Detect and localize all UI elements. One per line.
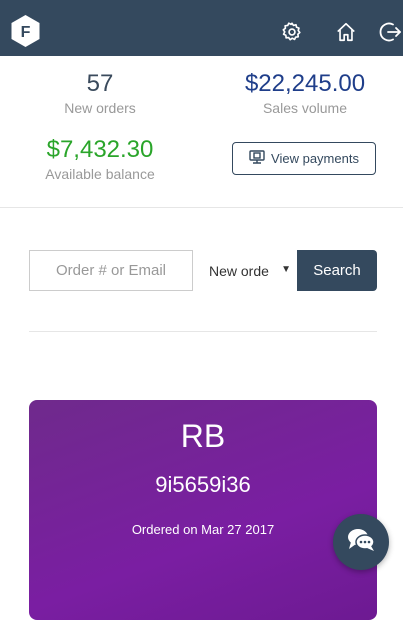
sales-volume-label: Sales volume bbox=[262, 100, 348, 116]
search-button-label: Search bbox=[313, 262, 361, 279]
order-status-select[interactable]: New orde ▼ bbox=[193, 250, 297, 291]
new-orders-count: 57 bbox=[86, 70, 114, 97]
view-payments-label: View payments bbox=[271, 151, 359, 166]
sales-volume-value: $22,245.00 bbox=[244, 70, 366, 97]
order-status-selected: New orde bbox=[209, 262, 269, 279]
gear-icon[interactable] bbox=[280, 20, 304, 44]
chat-button[interactable] bbox=[333, 514, 389, 570]
new-orders-label: New orders bbox=[64, 100, 136, 116]
search-divider bbox=[29, 331, 377, 332]
section-divider bbox=[0, 207, 403, 208]
available-balance-value: $7,432.30 bbox=[46, 136, 154, 163]
logout-icon[interactable] bbox=[378, 20, 402, 44]
view-payments-button[interactable]: View payments bbox=[232, 142, 376, 175]
top-bar: F bbox=[0, 0, 403, 56]
svg-text:F: F bbox=[21, 24, 31, 41]
order-card[interactable]: RB 9i5659i36 Ordered on Mar 27 2017 bbox=[29, 400, 377, 620]
order-date: Ordered on Mar 27 2017 bbox=[131, 522, 275, 537]
search-button[interactable]: Search bbox=[297, 250, 377, 291]
available-balance-label: Available balance bbox=[45, 166, 155, 182]
customer-initials: RB bbox=[180, 418, 226, 454]
payments-icon bbox=[249, 150, 265, 167]
search-placeholder: Order # or Email bbox=[55, 262, 167, 279]
home-icon[interactable] bbox=[334, 20, 358, 44]
caret-down-icon: ▼ bbox=[281, 264, 291, 275]
order-id: 9i5659i36 bbox=[155, 472, 251, 497]
chat-bubbles-icon bbox=[346, 527, 376, 558]
search-input[interactable]: Order # or Email bbox=[29, 250, 193, 291]
app-logo[interactable]: F bbox=[10, 14, 41, 48]
